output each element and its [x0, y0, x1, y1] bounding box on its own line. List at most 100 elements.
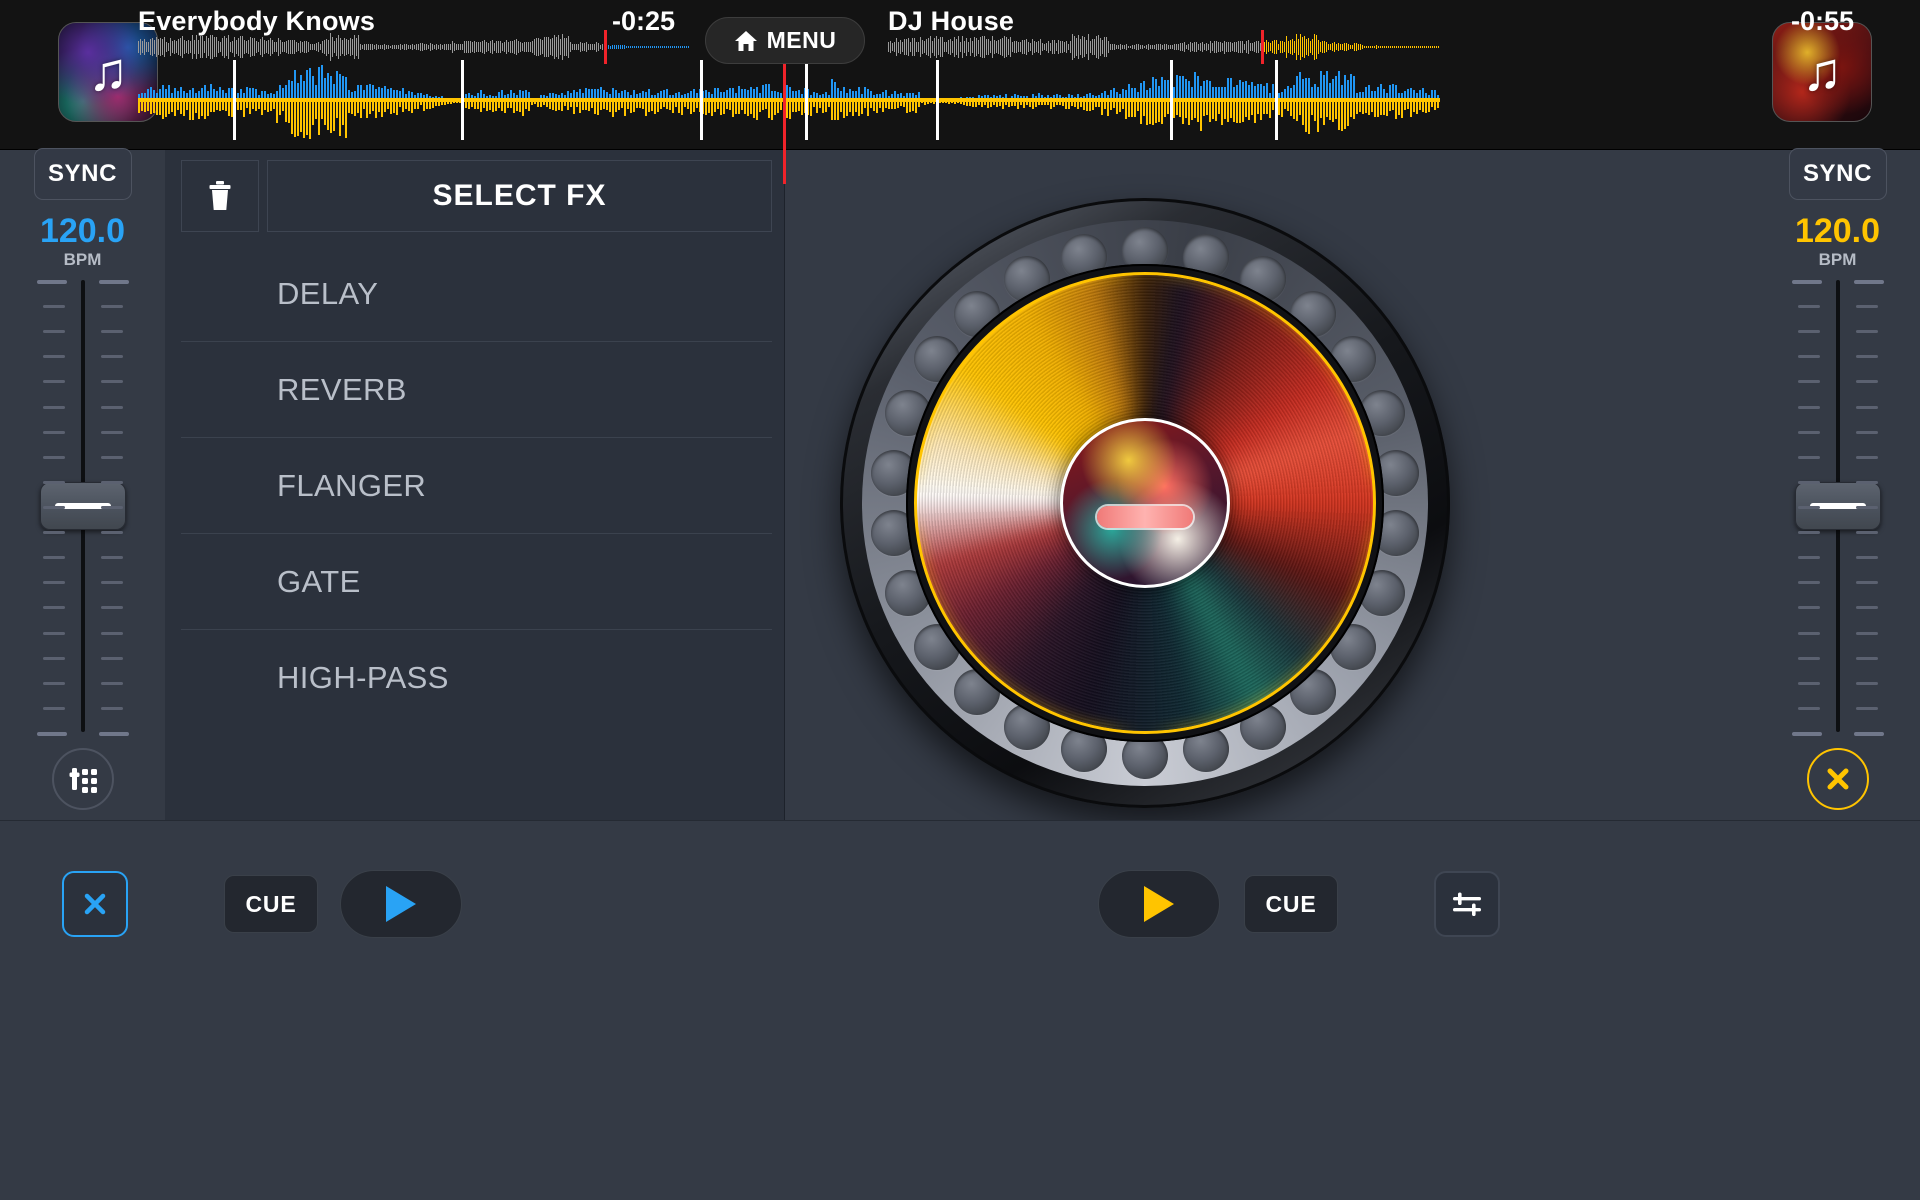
fx-item-delay[interactable]: DELAY [181, 246, 772, 342]
deck-b-cue-button[interactable]: CUE [1244, 875, 1338, 933]
fader-tick [1855, 657, 1878, 660]
fader-tick [100, 556, 123, 559]
fader-tick [1797, 581, 1820, 584]
fx-item-label: DELAY [277, 275, 379, 311]
fader-tick [1797, 456, 1820, 459]
fader-tick [42, 682, 65, 685]
fx-item-high-pass[interactable]: HIGH-PASS [181, 630, 772, 726]
fx-item-reverb[interactable]: REVERB [181, 342, 772, 438]
fader-tick [1797, 606, 1820, 609]
close-x-icon [1827, 768, 1848, 790]
fx-panel: SELECT FX DELAY REVERB FLANGER GATE HIGH-PAS… [165, 150, 785, 820]
close-x-icon [84, 893, 106, 915]
waveform-playhead [783, 60, 786, 184]
fader-tick [100, 531, 123, 534]
fader-tick [100, 657, 123, 660]
fader-tick [1791, 732, 1822, 736]
deck-b-time-remaining: -0:55 [1790, 6, 1854, 36]
fader-tick [42, 305, 65, 308]
fx-item-gate[interactable]: GATE [181, 534, 772, 630]
fader-tick [100, 355, 123, 358]
fader-tick [1855, 632, 1878, 635]
menu-button[interactable]: MENU [705, 17, 865, 64]
fader-tick [100, 682, 123, 685]
fader-tick [1855, 581, 1878, 584]
fader-tick [42, 456, 65, 459]
deck-a-eject-button[interactable] [62, 871, 128, 937]
clear-fx-button[interactable] [181, 160, 259, 232]
deck-a-play-button[interactable] [340, 870, 462, 938]
main-waveform[interactable] [138, 60, 1440, 140]
deck-b-play-button[interactable] [1098, 870, 1220, 938]
fx-panel-header: SELECT FX [181, 160, 772, 232]
fader-tick [1855, 355, 1878, 358]
fader-tick [42, 556, 65, 559]
fx-item-label: GATE [277, 563, 361, 599]
deck-b-sync-button[interactable]: SYNC [1788, 148, 1887, 200]
play-icon [386, 886, 416, 922]
fader-tick [1855, 305, 1878, 308]
fader-tick [1855, 556, 1878, 559]
trash-icon [209, 181, 231, 210]
fader-tick [42, 431, 65, 434]
fader-tick [42, 481, 65, 484]
deck-b-eject-button[interactable] [1806, 748, 1869, 810]
dj-app-root: ♫ ♫ Everybody Knows -0:25 DJ House -0:55… [0, 0, 1920, 1200]
fader-tick [98, 732, 129, 736]
fader-tick [100, 606, 123, 609]
fader-tick [1797, 380, 1820, 383]
fader-tick [42, 657, 65, 660]
fader-tick [1797, 632, 1820, 635]
deck-a-pitch-fader[interactable] [35, 280, 131, 736]
fader-tick [100, 481, 123, 484]
deck-b-artwork[interactable]: ♫ [1772, 22, 1872, 122]
deck-a-cue-label: CUE [245, 890, 297, 917]
deck-a-strip: SYNC 120.0 BPM [0, 148, 165, 820]
deck-b-pitch-fader[interactable] [1790, 280, 1886, 736]
fx-item-flanger[interactable]: FLANGER [181, 438, 772, 534]
fader-tick [42, 707, 65, 710]
music-note-icon: ♫ [1801, 42, 1843, 102]
deck-a-sync-button[interactable]: SYNC [33, 148, 132, 200]
fader-tick [1791, 280, 1822, 284]
fader-tick [1853, 732, 1884, 736]
fader-tick [1797, 355, 1820, 358]
fader-tick [1855, 506, 1878, 509]
mixer-settings-button[interactable] [1434, 871, 1500, 937]
fader-tick [42, 330, 65, 333]
grid-pads-icon [69, 768, 97, 793]
fader-tick [1797, 481, 1820, 484]
beat-marker [233, 60, 236, 140]
fader-tick [100, 456, 123, 459]
fader-tick [100, 380, 123, 383]
fader-tick [100, 330, 123, 333]
jog-wheel[interactable] [840, 198, 1450, 808]
transport-bar: CUE chevron-left-icon chevron-right-icon… [0, 820, 1920, 1200]
play-icon [1144, 886, 1174, 922]
fader-tick [1797, 657, 1820, 660]
fader-tick [42, 406, 65, 409]
label-artwork-glasses [1097, 506, 1193, 529]
deck-a-pads-button[interactable] [51, 748, 114, 810]
fader-tick [1797, 531, 1820, 534]
fader-tick [36, 280, 67, 284]
fader-tick [1855, 431, 1878, 434]
fader-tick [1855, 380, 1878, 383]
fader-tick [1797, 682, 1820, 685]
menu-button-label: MENU [766, 27, 837, 53]
fader-tick [36, 732, 67, 736]
fader-tick [100, 431, 123, 434]
fx-item-label: HIGH-PASS [277, 660, 449, 695]
deck-a-bpm-value: 120.0 [39, 212, 126, 250]
fader-tick [42, 632, 65, 635]
fader-tick [1855, 406, 1878, 409]
beat-marker [805, 60, 808, 140]
deck-b-bpm-label: BPM [1818, 250, 1857, 269]
deck-a-cue-button[interactable]: CUE [224, 875, 318, 933]
select-fx-button[interactable]: SELECT FX [267, 160, 772, 232]
deck-a-bpm-label: BPM [63, 250, 102, 269]
fader-tick [42, 581, 65, 584]
music-note-icon: ♫ [87, 42, 129, 102]
mixer-sliders-icon [1453, 892, 1481, 916]
beat-marker [1170, 60, 1173, 140]
